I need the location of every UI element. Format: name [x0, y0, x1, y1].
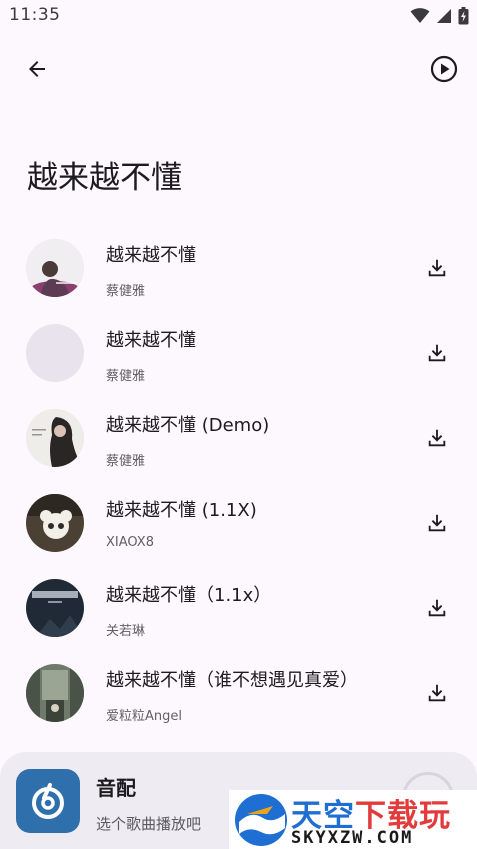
download-icon: [428, 259, 446, 277]
song-title: 越来越不懂: [106, 330, 196, 351]
album-cover: [26, 409, 84, 467]
song-title: 越来越不懂: [106, 245, 196, 266]
download-button[interactable]: [420, 421, 454, 455]
signal-icon: [437, 9, 451, 23]
song-title: 越来越不懂 (1.1X): [106, 500, 257, 521]
app-bar: [0, 40, 477, 98]
play-circle-icon: [430, 55, 458, 83]
watermark-domain: SKYXZW.COM: [291, 828, 414, 848]
song-title: 越来越不懂（1.1x）: [106, 585, 272, 606]
song-artist: 蔡健雅: [106, 284, 146, 299]
download-icon: [428, 514, 446, 532]
song-list: 越来越不懂 蔡健雅 越来越不懂 蔡健雅 越来越不懂 (Demo) 蔡健雅 越来越…: [0, 225, 477, 735]
music-note-icon: [32, 783, 64, 819]
song-row[interactable]: 越来越不懂（谁不想遇见真爱） 爱粒粒Angel: [0, 650, 477, 735]
status-icons: [410, 7, 469, 25]
song-artist: 蔡健雅: [106, 454, 146, 469]
album-cover: [26, 239, 84, 297]
song-row[interactable]: 越来越不懂 (Demo) 蔡健雅: [0, 395, 477, 480]
download-icon: [428, 684, 446, 702]
album-cover: [26, 579, 84, 637]
album-cover: [26, 494, 84, 552]
download-button[interactable]: [420, 506, 454, 540]
back-button[interactable]: [15, 47, 59, 91]
play-all-button[interactable]: [422, 47, 466, 91]
song-artist: 关若琳: [106, 624, 146, 639]
album-cover-placeholder: [26, 324, 84, 382]
download-button[interactable]: [420, 336, 454, 370]
download-icon: [428, 344, 446, 362]
song-artist: 蔡健雅: [106, 369, 146, 384]
app-logo: [16, 769, 80, 833]
mini-player-title: 音配: [96, 776, 136, 800]
song-title: 越来越不懂（谁不想遇见真爱）: [106, 670, 358, 691]
song-row[interactable]: 越来越不懂（1.1x） 关若琳: [0, 565, 477, 650]
battery-icon: [458, 7, 469, 25]
download-icon: [428, 429, 446, 447]
album-cover: [26, 664, 84, 722]
download-button[interactable]: [420, 251, 454, 285]
status-bar: 11:35: [0, 0, 477, 32]
download-button[interactable]: [420, 676, 454, 710]
mini-player-subtitle: 选个歌曲播放吧: [96, 815, 202, 833]
status-time: 11:35: [9, 5, 61, 25]
song-row[interactable]: 越来越不懂 蔡健雅: [0, 225, 477, 310]
arrow-back-icon: [29, 61, 45, 77]
watermark: 天空下载玩 SKYXZW.COM: [229, 790, 477, 849]
song-row[interactable]: 越来越不懂 蔡健雅: [0, 310, 477, 395]
song-artist: XIAOX8: [106, 535, 154, 550]
download-icon: [428, 599, 446, 617]
song-title: 越来越不懂 (Demo): [106, 415, 270, 436]
wifi-icon: [410, 8, 430, 23]
download-button[interactable]: [420, 591, 454, 625]
song-row[interactable]: 越来越不懂 (1.1X) XIAOX8: [0, 480, 477, 565]
watermark-logo-icon: [235, 794, 287, 846]
song-artist: 爱粒粒Angel: [106, 709, 182, 724]
page-title: 越来越不懂: [27, 160, 182, 196]
